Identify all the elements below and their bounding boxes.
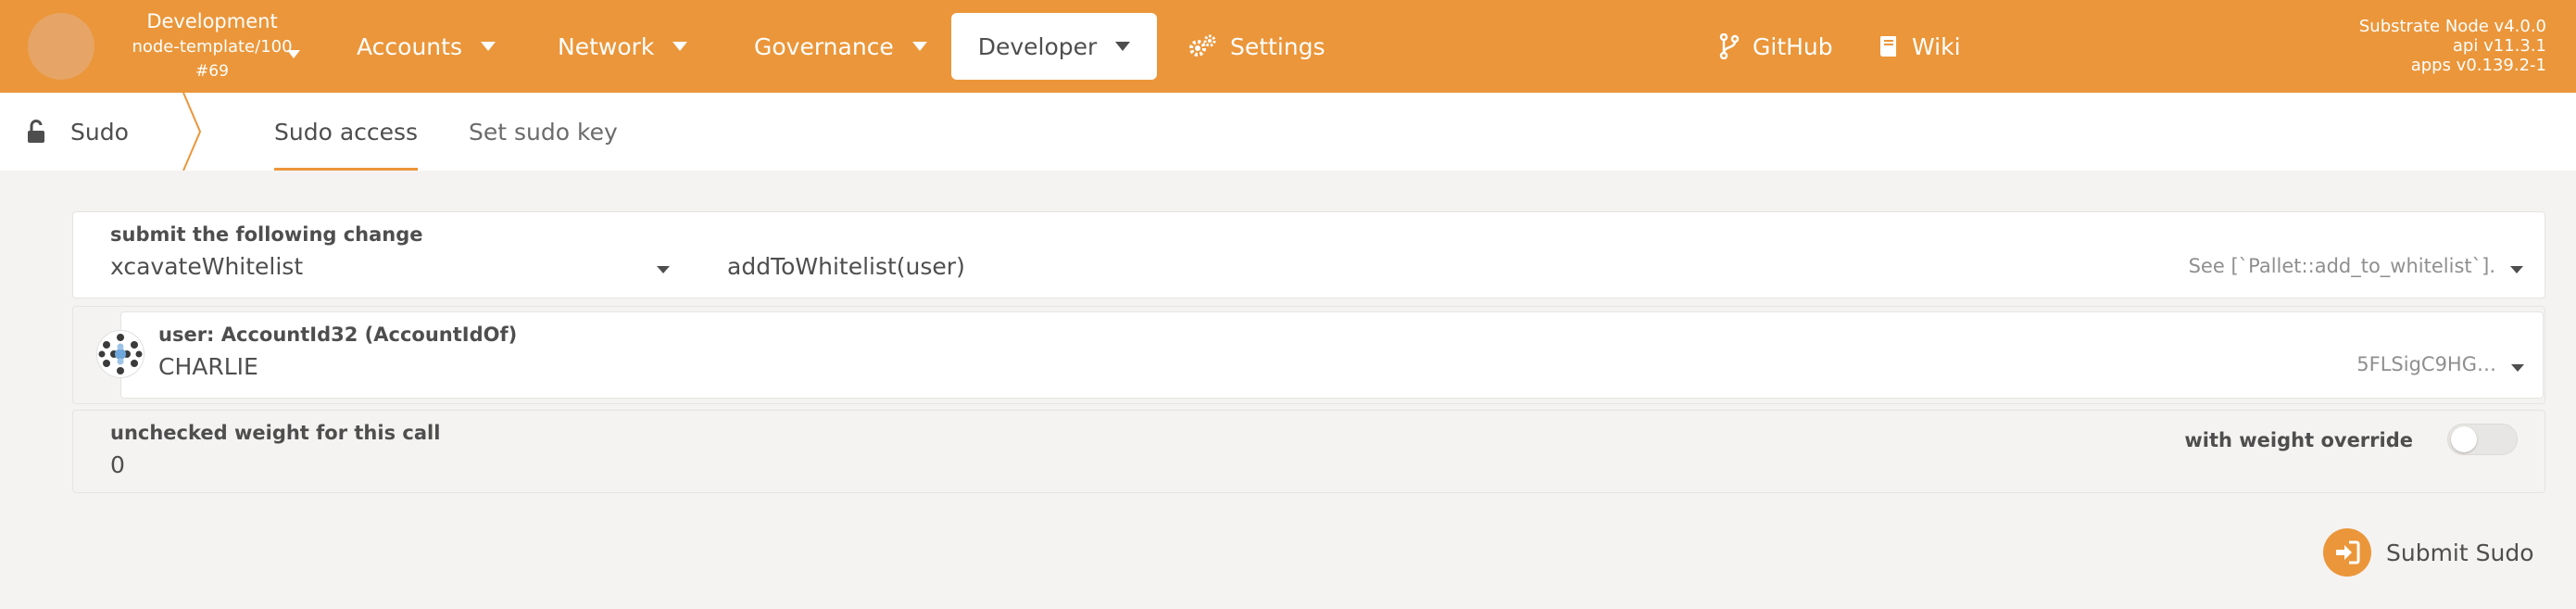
link-github[interactable]: GitHub	[1719, 13, 1833, 80]
nav-settings-label: Settings	[1230, 32, 1326, 60]
link-wiki[interactable]: Wiki	[1879, 13, 1961, 80]
link-wiki-label: Wiki	[1912, 32, 1961, 60]
node-version: Substrate Node v4.0.0	[2358, 17, 2546, 36]
method-doc: See [`Pallet::add_to_whitelist`].	[2188, 255, 2495, 277]
chevron-down-icon	[657, 266, 670, 273]
nav-network-label: Network	[558, 32, 655, 60]
book-icon	[1879, 34, 1899, 58]
nav-network[interactable]: Network	[558, 13, 688, 80]
chain-selector[interactable]: Development node-template/100 #69	[109, 9, 315, 84]
tab-set-sudo-key[interactable]: Set sudo key	[469, 93, 618, 171]
nav-settings[interactable]: Settings	[1187, 13, 1326, 80]
weight-card: unchecked weight for this call 0 with we…	[72, 410, 2545, 493]
nav-developer[interactable]: Developer	[951, 13, 1157, 80]
submit-sudo-button[interactable]: Submit Sudo	[2323, 528, 2534, 577]
chevron-down-icon	[911, 42, 927, 51]
chevron-down-icon	[1115, 42, 1131, 51]
user-account-dropdown[interactable]: user: AccountId32 (AccountIdOf) CHARLIE …	[120, 311, 2544, 399]
nav-governance[interactable]: Governance	[754, 13, 927, 80]
api-version: api v11.3.1	[2452, 36, 2546, 56]
account-identicon[interactable]	[96, 330, 145, 378]
section-title: Sudo	[26, 93, 129, 171]
unlock-icon	[26, 120, 46, 144]
chain-runtime: node-template/100	[132, 37, 293, 57]
gears-icon	[1187, 34, 1217, 58]
sign-in-icon	[2323, 528, 2371, 577]
toggle-knob	[2451, 426, 2477, 452]
nav-governance-label: Governance	[754, 32, 894, 60]
extrinsic-selector-card: submit the following change xcavateWhite…	[72, 211, 2545, 298]
weight-override-label: with weight override	[2184, 429, 2413, 451]
tab-sudo-access-label: Sudo access	[274, 118, 419, 146]
submit-sudo-label: Submit Sudo	[2386, 539, 2534, 566]
section-tabbar: Sudo Sudo access Set sudo key	[0, 93, 2576, 171]
user-param-label: user: AccountId32 (AccountIdOf)	[158, 324, 518, 346]
pallet-value: xcavateWhitelist	[110, 253, 304, 280]
nav-accounts-label: Accounts	[357, 32, 462, 60]
chevron-down-icon	[480, 42, 496, 51]
chevron-down-icon	[2510, 266, 2523, 273]
nav-developer-label: Developer	[977, 32, 1098, 60]
chain-block: #69	[195, 62, 229, 81]
tab-set-sudo-key-label: Set sudo key	[469, 118, 618, 146]
chain-logo[interactable]	[28, 13, 94, 80]
apps-version: apps v0.139.2-1	[2410, 56, 2546, 75]
weight-override-toggle[interactable]	[2447, 424, 2518, 455]
weight-label: unchecked weight for this call	[110, 422, 441, 444]
top-navbar: Development node-template/100 #69 Accoun…	[0, 0, 2576, 93]
user-account-address: 5FLSigC9HG…	[2356, 353, 2496, 375]
method-dropdown[interactable]: addToWhitelist(user) See [`Pallet::add_t…	[722, 212, 2542, 299]
chevron-down-icon	[2511, 364, 2524, 372]
chevron-down-icon	[287, 50, 300, 58]
git-branch-icon	[1719, 33, 1740, 59]
link-github-label: GitHub	[1753, 32, 1833, 60]
nav-accounts[interactable]: Accounts	[357, 13, 496, 80]
breadcrumb-chevron	[182, 93, 202, 171]
tab-sudo-access[interactable]: Sudo access	[274, 93, 419, 171]
chain-name: Development	[146, 10, 278, 32]
pallet-dropdown[interactable]: xcavateWhitelist	[73, 212, 685, 299]
chevron-down-icon	[672, 42, 688, 51]
method-value: addToWhitelist(user)	[727, 253, 965, 280]
section-title-label: Sudo	[70, 118, 129, 146]
version-info: Substrate Node v4.0.0 api v11.3.1 apps v…	[2359, 17, 2546, 75]
weight-value[interactable]: 0	[110, 451, 125, 478]
user-account-name: CHARLIE	[158, 353, 258, 380]
